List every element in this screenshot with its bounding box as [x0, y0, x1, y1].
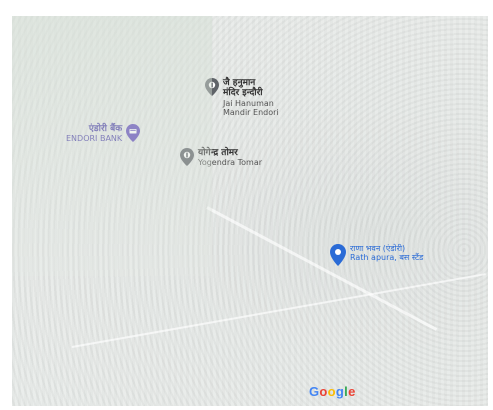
- poi-name-hindi: जै हनुमान: [223, 78, 256, 88]
- poi-name-english: Rath apura, बस स्टैंड: [350, 253, 424, 263]
- poi-endori-bank[interactable]: एंडोरी बैंक ENDORI BANK: [66, 124, 141, 144]
- poi-name-hindi: राणा भवन (एंडोरी): [350, 244, 406, 253]
- poi-name-english: Jai Hanuman: [223, 98, 274, 108]
- google-logo-letter: G: [309, 384, 320, 399]
- bank-icon: [126, 124, 141, 142]
- poi-label: जै हनुमान मंदिर इन्दौरी Jai Hanuman Mand…: [223, 78, 279, 117]
- poi-name-english: Yogendra Tomar: [198, 158, 263, 168]
- poi-name-hindi: एंडोरी बैंक: [88, 124, 123, 134]
- google-logo-letter: o: [327, 384, 336, 399]
- map-canvas[interactable]: जै हनुमान मंदिर इन्दौरी Jai Hanuman Mand…: [12, 16, 488, 406]
- poi-name-hindi: योगेन्द्र तोमर: [198, 148, 238, 158]
- poi-name-english: Mandir Endori: [223, 107, 279, 117]
- poi-rana-bhawan[interactable]: राणा भवन (एंडोरी) Rath apura, बस स्टैंड: [330, 244, 423, 266]
- poi-label: योगेन्द्र तोमर Yogendra Tomar: [198, 148, 262, 168]
- google-logo-letter: o: [319, 384, 328, 399]
- place-of-worship-icon: [180, 148, 194, 166]
- location-pin-icon: [330, 244, 346, 266]
- road: [71, 273, 486, 348]
- poi-name-english: ENDORI BANK: [66, 134, 123, 144]
- poi-label: एंडोरी बैंक ENDORI BANK: [66, 124, 122, 144]
- place-of-worship-icon: [205, 78, 219, 96]
- google-logo: Google: [309, 384, 356, 399]
- poi-jai-hanuman-mandir[interactable]: जै हनुमान मंदिर इन्दौरी Jai Hanuman Mand…: [205, 78, 279, 117]
- poi-yogendra-tomar[interactable]: योगेन्द्र तोमर Yogendra Tomar: [180, 148, 262, 168]
- road: [206, 206, 438, 331]
- google-logo-letter: g: [335, 384, 345, 399]
- poi-name-hindi: मंदिर इन्दौरी: [223, 88, 263, 99]
- poi-label: राणा भवन (एंडोरी) Rath apura, बस स्टैंड: [350, 244, 423, 262]
- google-logo-letter: e: [348, 384, 356, 399]
